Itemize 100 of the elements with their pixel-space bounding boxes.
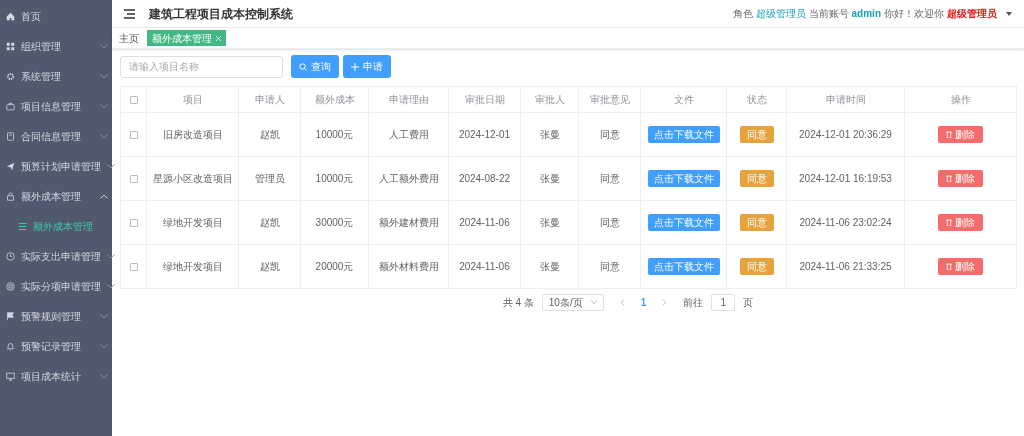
table-cell: 张曼 <box>539 261 560 272</box>
app-title: 建筑工程项目成本控制系统 <box>149 5 293 23</box>
checkbox[interactable] <box>129 175 138 184</box>
column-header: 审批日期 <box>464 94 505 105</box>
checkbox[interactable] <box>129 96 138 105</box>
table-cell: 张曼 <box>539 129 560 140</box>
table-cell: 星源小区改造项目 <box>152 173 233 184</box>
column-header: 操作 <box>950 94 971 105</box>
status-tag: 同意 <box>739 214 774 231</box>
table-cell: 赵凯 <box>259 261 280 272</box>
table-cell: 20000元 <box>315 261 354 272</box>
table-cell: 张曼 <box>539 173 560 184</box>
sidebar-item[interactable]: 系统管理 <box>0 61 112 91</box>
page-size-select[interactable]: 10条/页 <box>541 293 604 311</box>
table-cell: 2024-11-06 23:02:24 <box>799 217 892 228</box>
sidebar-item[interactable]: 预算计划申请管理 <box>0 151 112 181</box>
table-cell: 旧房改造项目 <box>162 129 223 140</box>
close-icon[interactable] <box>216 35 221 41</box>
page-unit: 页 <box>743 295 754 310</box>
page-input[interactable]: 1 <box>711 293 736 311</box>
sidebar-item[interactable]: 预警记录管理 <box>0 331 112 361</box>
table-cell: 30000元 <box>315 217 354 228</box>
table-cell: 2024-12-01 16:19:53 <box>799 173 892 184</box>
table-cell: 管理员 <box>254 173 285 184</box>
column-header: 申请时间 <box>825 94 866 105</box>
flag-icon <box>6 311 15 321</box>
bag-icon <box>6 191 15 201</box>
delete-button[interactable]: 删除 <box>938 258 983 275</box>
table-cell: 2024-11-06 21:33:25 <box>799 261 892 272</box>
trash-icon <box>946 131 952 138</box>
table-cell: 2024-12-01 20:36:29 <box>799 129 892 140</box>
settings-icon <box>6 71 15 81</box>
sidebar-item[interactable]: 实际支出申请管理 <box>0 241 112 271</box>
table-cell: 张曼 <box>539 217 560 228</box>
sidebar-subitem[interactable]: 额外成本管理 <box>0 211 112 241</box>
trash-icon <box>946 175 952 182</box>
download-file-button[interactable]: 点击下载文件 <box>647 258 720 275</box>
total-count: 共 4 条 <box>502 295 534 310</box>
caret-icon[interactable] <box>1006 11 1012 16</box>
table-cell: 同意 <box>599 129 620 140</box>
user-name: 超级管理员 <box>947 7 997 21</box>
greeting-text: 你好！欢迎你 <box>884 7 944 21</box>
menu-icon[interactable] <box>124 8 135 19</box>
role-value: 超级管理员 <box>755 7 806 21</box>
search-field[interactable]: 请输入项目名称 <box>120 55 283 78</box>
table-cell: 额外材料费用 <box>378 261 439 272</box>
sidebar-item[interactable]: 实际分项申请管理 <box>0 271 112 301</box>
sidebar-item[interactable]: 首页 <box>0 1 112 31</box>
next-page-icon[interactable] <box>662 298 668 306</box>
column-header: 文件 <box>673 94 694 105</box>
search-button[interactable]: 查询 <box>291 55 339 78</box>
table-cell: 2024-12-01 <box>458 129 511 140</box>
page-number[interactable]: 1 <box>632 294 655 310</box>
status-tag: 同意 <box>739 170 774 187</box>
previous-page-icon[interactable] <box>619 298 625 306</box>
table-cell: 绿地开发项目 <box>162 217 223 228</box>
home-icon <box>6 11 15 21</box>
table-cell: 赵凯 <box>259 217 280 228</box>
paper-plane-icon <box>6 161 15 171</box>
download-file-button[interactable]: 点击下载文件 <box>647 170 720 187</box>
column-header: 审批人 <box>534 94 565 105</box>
sidebar-item[interactable]: 额外成本管理 <box>0 181 112 211</box>
column-header: 项目 <box>182 94 203 105</box>
briefcase-icon <box>6 101 15 111</box>
table-cell: 额外建材费用 <box>378 217 439 228</box>
table-cell: 同意 <box>599 173 620 184</box>
sidebar-item[interactable]: 项目成本统计 <box>0 361 112 391</box>
sidebar-item[interactable]: 项目信息管理 <box>0 91 112 121</box>
apply-button[interactable]: 申请 <box>343 55 391 78</box>
status-tag: 同意 <box>739 258 774 275</box>
table-cell: 10000元 <box>315 173 354 184</box>
download-file-button[interactable]: 点击下载文件 <box>647 214 720 231</box>
sidebar-item[interactable]: 组织管理 <box>0 31 112 61</box>
checkbox[interactable] <box>129 219 138 228</box>
column-header: 审批意见 <box>589 94 630 105</box>
chevron-icon <box>590 300 597 304</box>
status-tag: 同意 <box>739 126 774 143</box>
delete-button[interactable]: 删除 <box>938 214 983 231</box>
trash-icon <box>946 219 952 226</box>
table-cell: 同意 <box>599 261 620 272</box>
plus-icon <box>351 62 359 71</box>
checkbox[interactable] <box>129 131 138 140</box>
delete-button[interactable]: 删除 <box>938 126 983 143</box>
sidebar-item[interactable]: 预警规则管理 <box>0 301 112 331</box>
sidebar-item[interactable]: 合同信息管理 <box>0 121 112 151</box>
download-file-button[interactable]: 点击下载文件 <box>647 126 720 143</box>
table-cell: 赵凯 <box>259 129 280 140</box>
checkbox[interactable] <box>129 263 138 272</box>
list-icon <box>18 221 27 231</box>
trash-icon <box>946 263 952 270</box>
monitor-icon <box>6 371 15 381</box>
table-cell: 绿地开发项目 <box>162 261 223 272</box>
column-header: 状态 <box>746 94 767 105</box>
table-cell: 2024-08-22 <box>458 173 511 184</box>
role-label: 角色 <box>732 7 753 21</box>
account-label: 当前账号 <box>808 7 849 21</box>
tab[interactable]: 主页 <box>114 30 144 46</box>
account-name: admin <box>851 7 881 21</box>
goto-label: 前往 <box>683 295 704 310</box>
delete-button[interactable]: 删除 <box>938 170 983 187</box>
